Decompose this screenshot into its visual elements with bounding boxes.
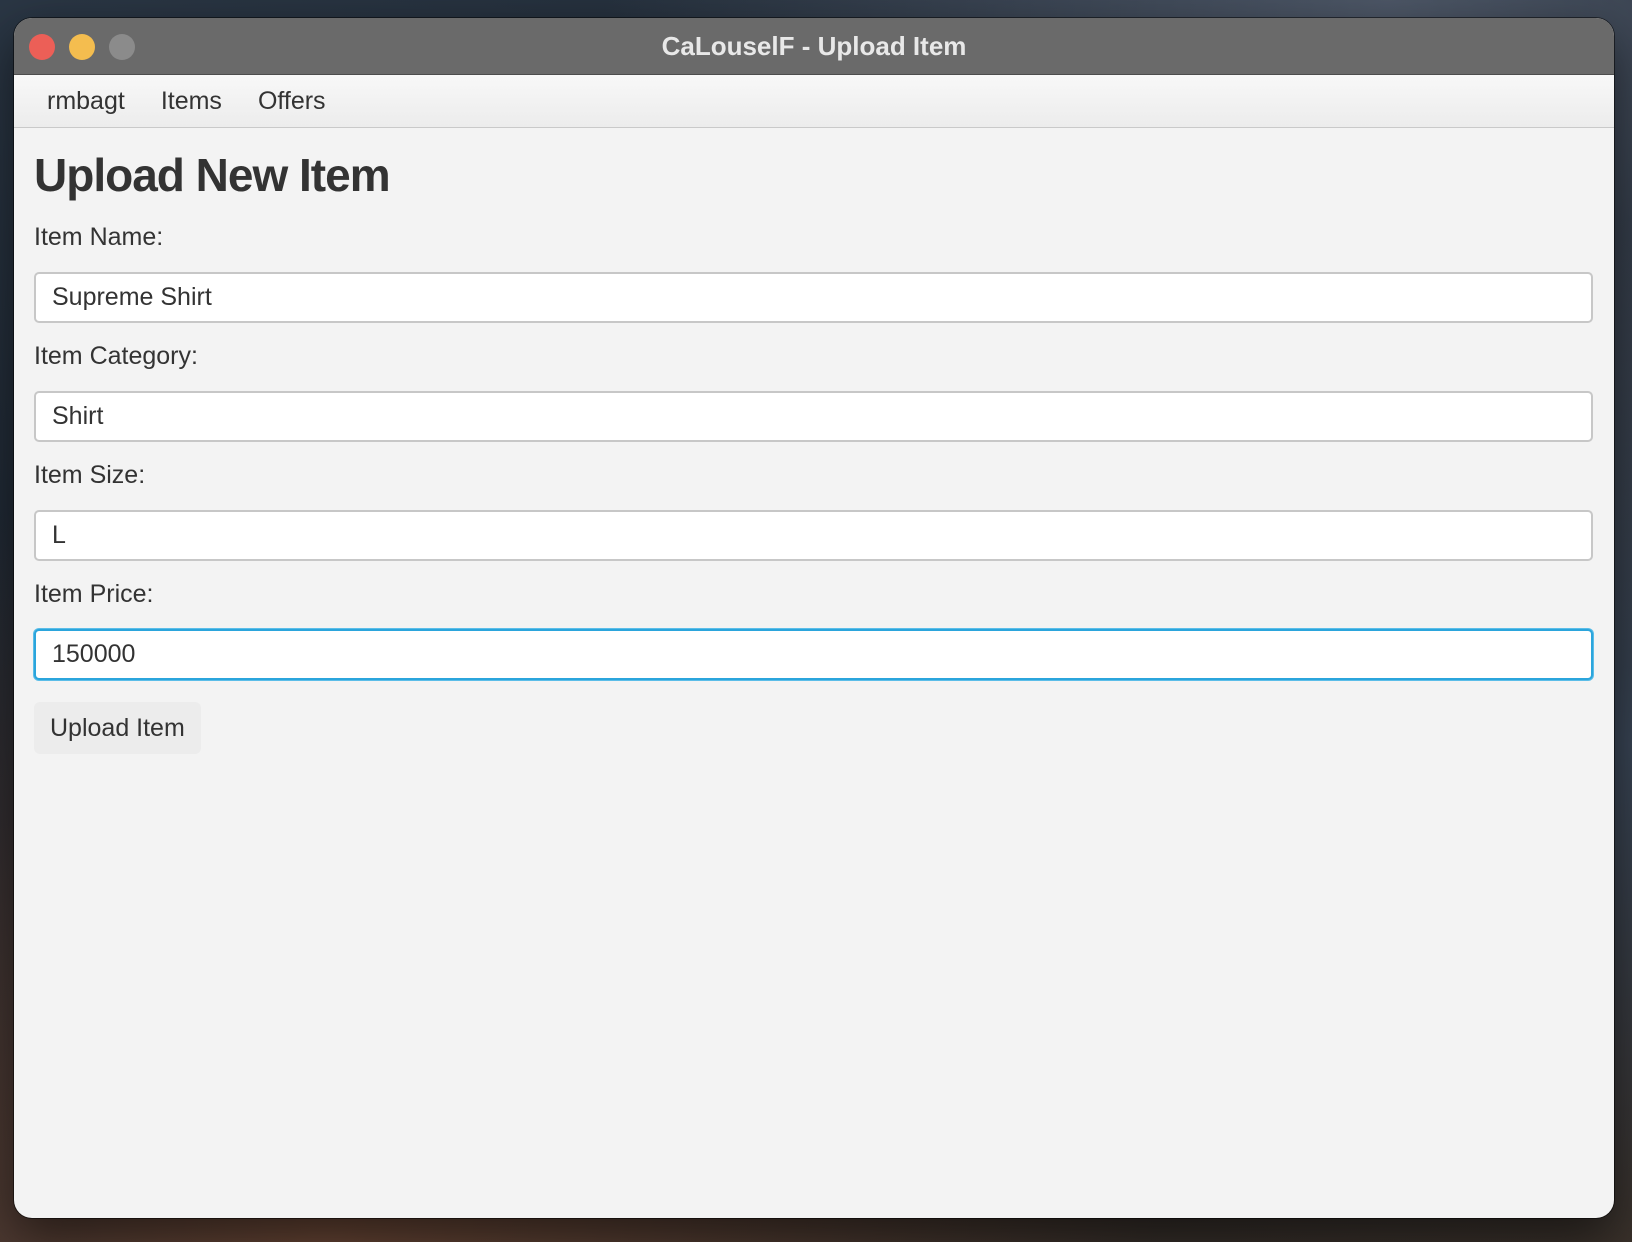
menu-offers[interactable]: Offers (240, 75, 344, 127)
item-size-input[interactable] (34, 510, 1593, 561)
menu-bar: rmbagt Items Offers (14, 75, 1614, 128)
window-title: CaLouselF - Upload Item (661, 31, 967, 61)
upload-form: Upload New Item Item Name: Item Category… (14, 128, 1614, 754)
title-bar: CaLouselF - Upload Item (14, 18, 1614, 75)
upload-item-button[interactable]: Upload Item (34, 702, 201, 754)
item-name-label: Item Name: (34, 223, 164, 251)
menu-items[interactable]: Items (143, 75, 240, 127)
menu-user[interactable]: rmbagt (29, 75, 143, 127)
app-window: CaLouselF - Upload Item rmbagt Items Off… (14, 18, 1614, 1218)
item-category-input[interactable] (34, 391, 1593, 442)
item-price-label: Item Price: (34, 580, 154, 608)
item-price-input[interactable] (34, 629, 1593, 680)
item-size-label: Item Size: (34, 461, 146, 489)
item-category-label: Item Category: (34, 342, 198, 370)
item-name-input[interactable] (34, 272, 1593, 323)
page-title: Upload New Item (34, 149, 391, 201)
